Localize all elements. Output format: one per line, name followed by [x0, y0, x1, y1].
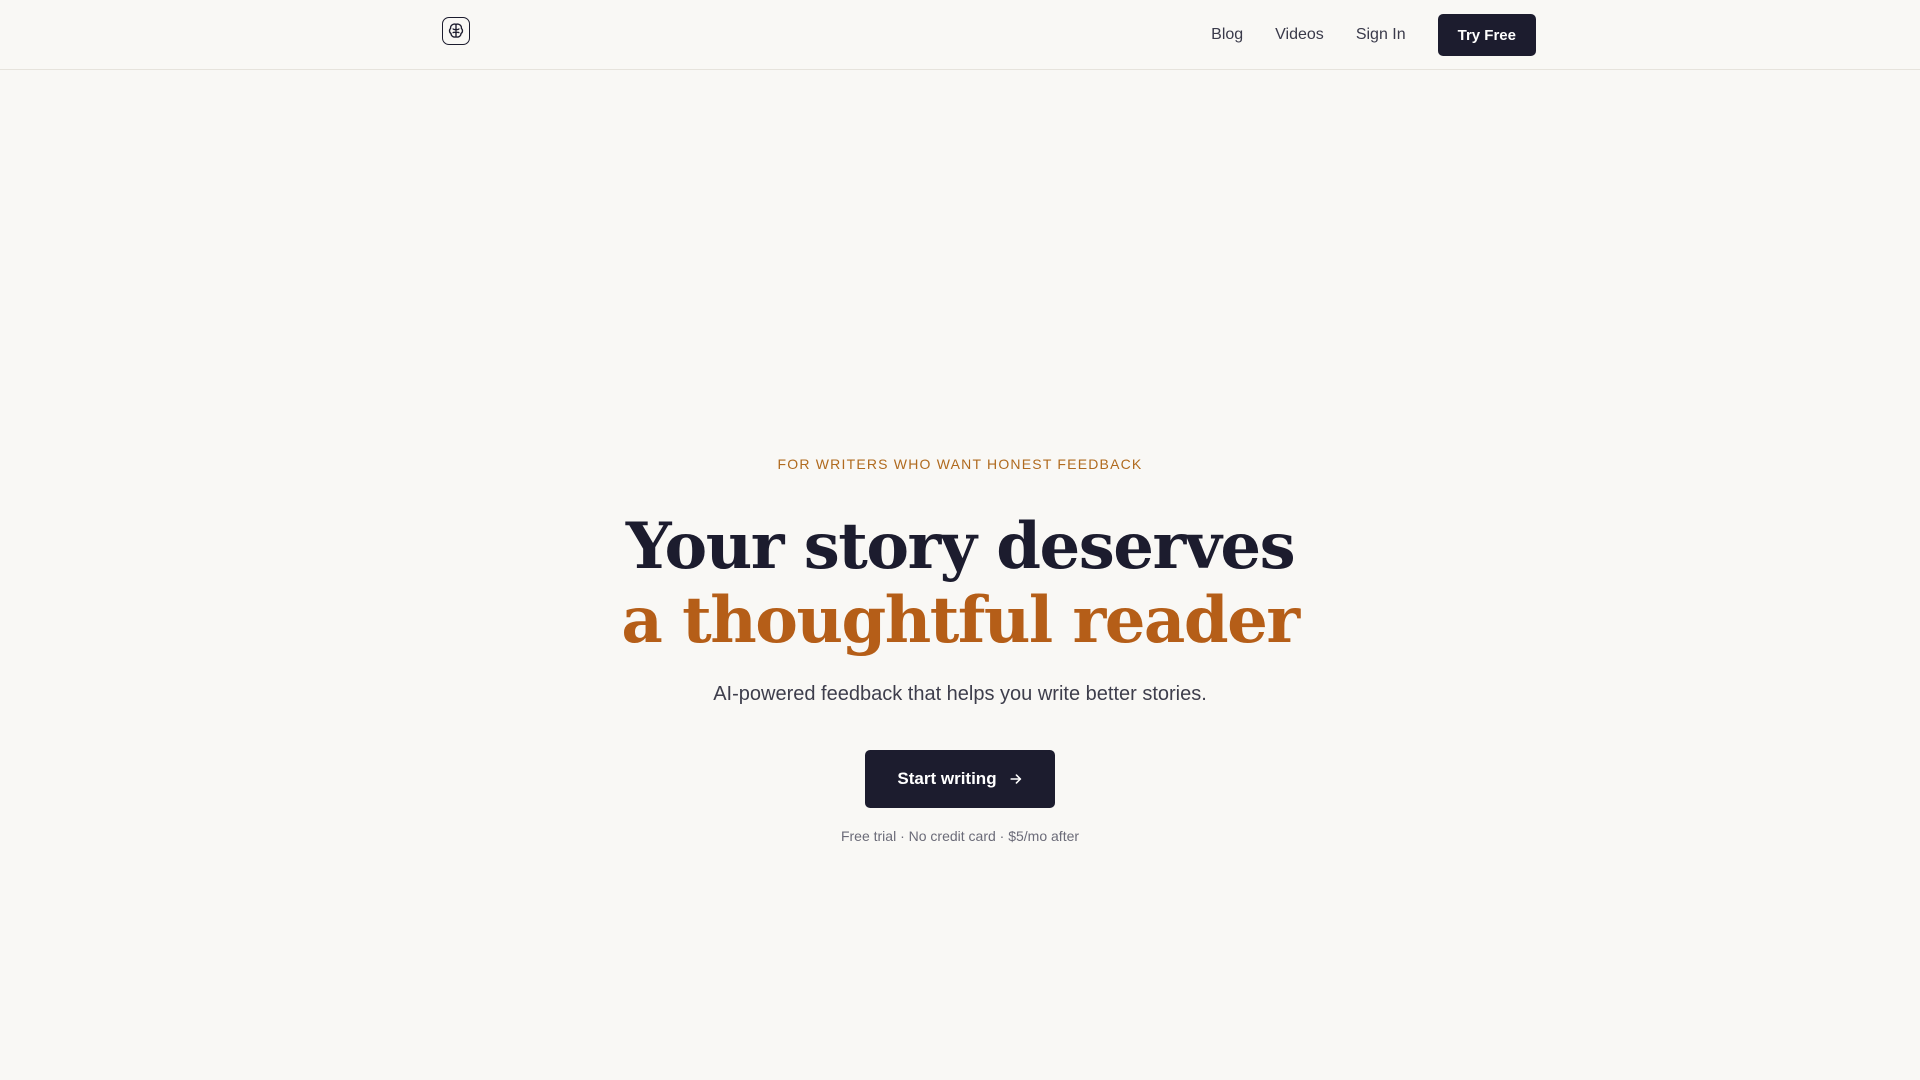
nav-link-blog[interactable]: Blog [1211, 26, 1243, 44]
headline-line-1: Your story deserves [625, 509, 1296, 584]
headline-line-2-accent: a thoughtful reader [621, 583, 1300, 658]
nav-link-videos[interactable]: Videos [1275, 26, 1324, 44]
try-free-button[interactable]: Try Free [1437, 14, 1536, 56]
top-navigation-bar: Blog Videos Sign In Try Free [0, 0, 1920, 70]
hero-section: FOR WRITERS WHO WANT HONEST FEEDBACK You… [0, 452, 1920, 846]
cta-container: Start writing [0, 750, 1920, 808]
brain-logo-icon[interactable] [442, 17, 470, 45]
start-writing-label: Start writing [897, 769, 997, 788]
main-nav: Blog Videos Sign In Try Free [1211, 14, 1536, 56]
pricing-fineprint: Free trial · No credit card · $5/mo afte… [840, 828, 1080, 844]
hero-headline: Your story deserves a thoughtful reader [0, 510, 1920, 658]
hero-eyebrow: FOR WRITERS WHO WANT HONEST FEEDBACK [777, 456, 1143, 472]
nav-link-sign-in[interactable]: Sign In [1356, 26, 1406, 44]
hero-subheadline: AI-powered feedback that helps you write… [713, 683, 1207, 705]
start-writing-button[interactable]: Start writing [865, 750, 1055, 808]
arrow-right-icon [1009, 772, 1023, 786]
